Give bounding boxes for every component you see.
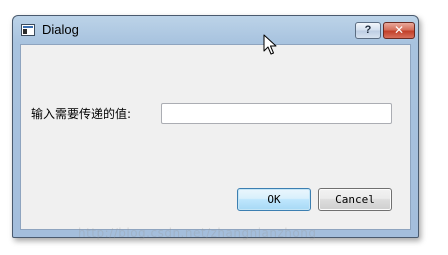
window-title: Dialog (42, 22, 79, 37)
screen: Dialog ? ✕ 输入需要传递的值: OK Cancel http://bl… (0, 0, 448, 255)
mouse-cursor-icon (263, 34, 277, 55)
title-bar[interactable]: Dialog ? ✕ (13, 16, 418, 44)
close-button[interactable]: ✕ (383, 22, 415, 39)
help-button[interactable]: ? (355, 22, 381, 39)
value-label: 输入需要传递的值: (31, 107, 132, 121)
value-input[interactable] (161, 103, 392, 124)
ok-button[interactable]: OK (237, 188, 311, 211)
close-icon: ✕ (393, 23, 405, 37)
dialog-client-area: 输入需要传递的值: OK Cancel (20, 44, 411, 230)
dialog-window: Dialog ? ✕ 输入需要传递的值: OK Cancel (12, 15, 419, 238)
cancel-button[interactable]: Cancel (318, 188, 392, 211)
window-app-icon[interactable] (21, 24, 35, 36)
watermark-text: http://blog.csdn.net/zhangnianzhong (78, 226, 317, 240)
help-icon: ? (364, 24, 372, 36)
